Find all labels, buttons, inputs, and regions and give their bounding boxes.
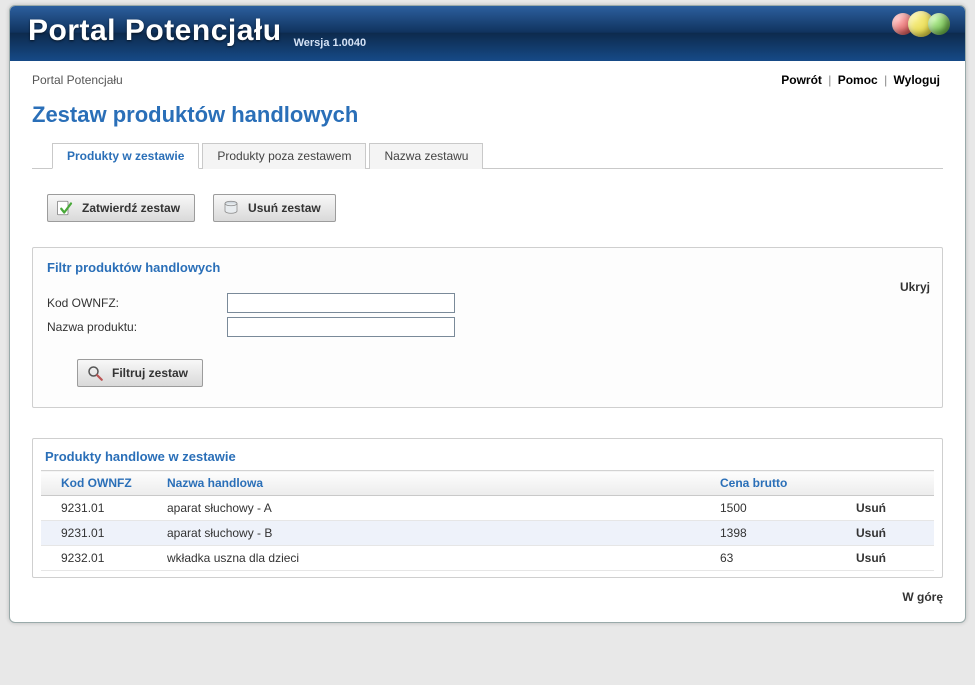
- content-area: Portal Potencjału Powrót | Pomoc | Wylog…: [10, 61, 965, 622]
- cell-cena: 63: [712, 546, 848, 571]
- products-panel: Produkty handlowe w zestawie Kod OWNFZ N…: [32, 438, 943, 578]
- col-kod[interactable]: Kod OWNFZ: [41, 471, 159, 496]
- confirm-set-label: Zatwierdź zestaw: [82, 201, 180, 215]
- col-nazwa[interactable]: Nazwa handlowa: [159, 471, 712, 496]
- cell-nazwa: wkładka uszna dla dzieci: [159, 546, 712, 571]
- cell-kod: 9231.01: [41, 496, 159, 521]
- nazwa-label: Nazwa produktu:: [47, 320, 227, 334]
- filter-panel: Filtr produktów handlowych Ukryj Kod OWN…: [32, 247, 943, 408]
- tab-produkty-poza-zestawem[interactable]: Produkty poza zestawem: [202, 143, 366, 169]
- filter-row-nazwa: Nazwa produktu:: [47, 317, 928, 337]
- top-link[interactable]: W górę: [32, 590, 943, 604]
- tab-nazwa-zestawu[interactable]: Nazwa zestawu: [369, 143, 483, 169]
- delete-set-label: Usuń zestaw: [248, 201, 321, 215]
- nazwa-input[interactable]: [227, 317, 455, 337]
- kod-label: Kod OWNFZ:: [47, 296, 227, 310]
- cell-kod: 9232.01: [41, 546, 159, 571]
- table-row: 9232.01 wkładka uszna dla dzieci 63 Usuń: [41, 546, 934, 571]
- app-version: Wersja 1.0040: [294, 37, 367, 61]
- back-link[interactable]: Powrót: [781, 73, 822, 87]
- products-table: Kod OWNFZ Nazwa handlowa Cena brutto 923…: [41, 470, 934, 571]
- col-cena[interactable]: Cena brutto: [712, 471, 848, 496]
- cell-nazwa: aparat słuchowy - B: [159, 521, 712, 546]
- action-row: Zatwierdź zestaw Usuń zestaw: [47, 194, 943, 222]
- help-link[interactable]: Pomoc: [838, 73, 878, 87]
- delete-set-button[interactable]: Usuń zestaw: [213, 194, 336, 222]
- logout-link[interactable]: Wyloguj: [894, 73, 940, 87]
- top-line: Portal Potencjału Powrót | Pomoc | Wylog…: [32, 73, 943, 87]
- page-title: Zestaw produktów handlowych: [32, 102, 943, 128]
- cell-cena: 1500: [712, 496, 848, 521]
- filter-button[interactable]: Filtruj zestaw: [77, 359, 203, 387]
- tab-strip: Produkty w zestawie Produkty poza zestaw…: [32, 142, 943, 169]
- cell-cena: 1398: [712, 521, 848, 546]
- tab-produkty-w-zestawie[interactable]: Produkty w zestawie: [52, 143, 199, 169]
- confirm-set-button[interactable]: Zatwierdź zestaw: [47, 194, 195, 222]
- delete-row-link[interactable]: Usuń: [848, 546, 934, 571]
- products-panel-title: Produkty handlowe w zestawie: [41, 449, 934, 470]
- breadcrumb: Portal Potencjału: [32, 73, 123, 87]
- app-title: Portal Potencjału: [28, 14, 282, 48]
- title-bar: Portal Potencjału Wersja 1.0040: [10, 6, 965, 61]
- trash-icon: [222, 199, 240, 217]
- kod-input[interactable]: [227, 293, 455, 313]
- table-row: 9231.01 aparat słuchowy - B 1398 Usuń: [41, 521, 934, 546]
- top-links: Powrót | Pomoc | Wyloguj: [778, 73, 943, 87]
- app-window: Portal Potencjału Wersja 1.0040 Portal P…: [9, 5, 966, 623]
- cell-nazwa: aparat słuchowy - A: [159, 496, 712, 521]
- magnifier-icon: [86, 364, 104, 382]
- logo-icon: [898, 13, 950, 37]
- delete-row-link[interactable]: Usuń: [848, 496, 934, 521]
- col-action: [848, 471, 934, 496]
- filter-panel-title: Filtr produktów handlowych: [47, 260, 928, 275]
- delete-row-link[interactable]: Usuń: [848, 521, 934, 546]
- table-row: 9231.01 aparat słuchowy - A 1500 Usuń: [41, 496, 934, 521]
- filter-row-kod: Kod OWNFZ:: [47, 293, 928, 313]
- filter-button-label: Filtruj zestaw: [112, 366, 188, 380]
- cell-kod: 9231.01: [41, 521, 159, 546]
- hide-link[interactable]: Ukryj: [900, 280, 930, 294]
- check-icon: [56, 199, 74, 217]
